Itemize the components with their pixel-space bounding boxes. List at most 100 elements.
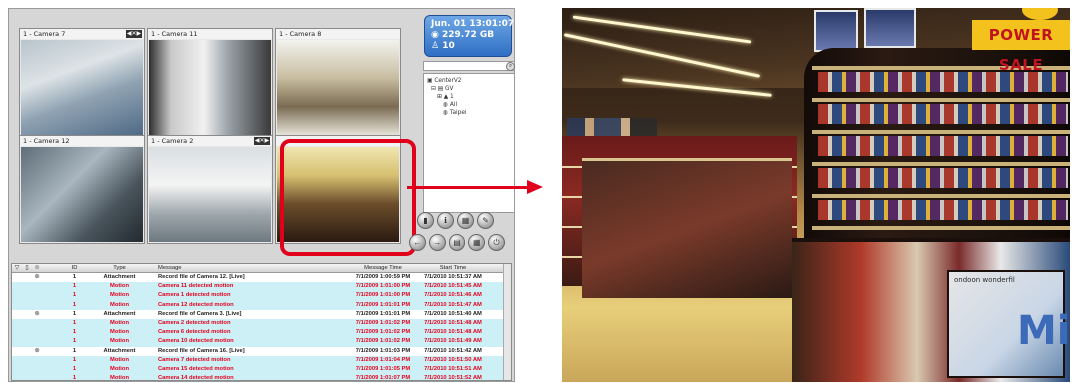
row-message: Record file of Camera 3. [Live]	[158, 310, 242, 317]
settings-button[interactable]: ✎	[477, 212, 494, 229]
col-message-time[interactable]: Message Time	[348, 264, 418, 272]
event-log-table[interactable]: ▽ ▯ ⊚ ID Type Message Message Time Start…	[11, 263, 512, 381]
datetime-text: Jun. 01 13:01:07	[431, 19, 515, 29]
row-type: Attachment	[103, 347, 136, 354]
table-row[interactable]: 1 Motion Camera 7 detected motion 7/1/2009 …	[12, 355, 511, 365]
table-row[interactable]: 1 Motion Camera 12 detected motion 7/1/2009…	[12, 300, 511, 310]
row-flag-cell	[12, 337, 22, 346]
attachment-icon[interactable]: ⊚	[32, 264, 42, 272]
row-message-time: 7/1/2009 1:01:04 PM	[355, 356, 411, 363]
camera-tile[interactable]: 1 - Camera 2 ◀✕▶	[147, 135, 273, 244]
camera-feed	[21, 40, 143, 135]
layout-button[interactable]: ▦	[468, 234, 486, 251]
row-id: 1	[72, 338, 77, 345]
power-sale-sign: POWER SALE	[972, 20, 1070, 74]
cd-rack	[582, 158, 792, 298]
col-message[interactable]: Message	[152, 264, 348, 272]
table-row[interactable]: 1 Motion Camera 10 detected motion 7/1/2009…	[12, 337, 511, 347]
row-attachment-icon	[32, 291, 42, 300]
row-flag-cell	[12, 301, 22, 310]
table-row[interactable]: ⊚ 1 Attachment Record file of Camera 16. [L…	[12, 347, 511, 356]
camera-feed	[149, 147, 271, 242]
table-row[interactable]: 1 Motion Camera 6 detected motion 7/1/2009 …	[12, 328, 511, 338]
row-flag-cell	[12, 291, 22, 300]
info-button[interactable]: ℹ	[437, 212, 454, 229]
table-row[interactable]: ⊚ 1 Attachment Record file of Camera 12. [L…	[12, 273, 511, 282]
table-row[interactable]: 1 Motion Camera 11 detected motion 7/1/2009…	[12, 282, 511, 292]
row-attachment-icon	[32, 365, 42, 374]
row-message: Camera 11 detected motion	[158, 283, 234, 290]
flag-icon[interactable]: ▽	[12, 264, 22, 272]
snapshot-button[interactable]: ▮	[417, 212, 434, 229]
table-row[interactable]: 1 Motion Camera 15 detected motion 7/1/2009…	[12, 364, 511, 375]
tree-item[interactable]: ▣ CenterV2	[427, 77, 511, 85]
table-row[interactable]: 1 Motion Camera 2 detected motion 7/1/2009 …	[12, 318, 511, 329]
row-flag-cell	[12, 365, 22, 374]
tree-item[interactable]: ⊟ ▤ GV	[427, 85, 511, 93]
row-type: Motion	[110, 292, 129, 299]
row-flag-cell	[12, 356, 22, 365]
tree-item[interactable]: ◍ All	[427, 101, 511, 109]
user-icon: ♙	[431, 41, 443, 51]
camera-title: 1 - Camera 12	[20, 136, 144, 146]
row-flag-cell	[12, 319, 22, 328]
camera-control-icon[interactable]: ◀✕▶	[254, 137, 270, 145]
table-row[interactable]: ⊚ 1 Attachment Record file of Camera 3. [Li…	[12, 310, 511, 319]
device-tree[interactable]: ▣ CenterV2 ⊟ ▤ GV ⊞ ▲ 1 ◍ All ◍ Taipei	[423, 73, 515, 213]
enlarged-camera-photo: POWER SALE ondoon wonderfil Mik	[562, 8, 1070, 382]
col-start-time[interactable]: Start Time	[418, 264, 488, 272]
row-message: Camera 1 detected motion	[158, 292, 231, 299]
camera-tile[interactable]: 1 - Camera 12	[19, 135, 145, 244]
row-message-time: 7/1/2009 1:00:59 PM	[355, 274, 411, 280]
search-icon[interactable]: ⌕	[506, 62, 515, 71]
table-row[interactable]: 1 Motion Camera 1 detected motion 7/1/2009 …	[12, 291, 511, 301]
row-delete-cell	[22, 337, 32, 346]
col-id[interactable]: ID	[62, 264, 87, 272]
camera-tile[interactable]: 1 - Camera 11	[147, 28, 273, 137]
forward-button[interactable]: →	[428, 234, 446, 251]
delete-icon[interactable]: ▯	[22, 264, 32, 272]
row-id: 1	[72, 329, 77, 336]
tree-item[interactable]: ⊞ ▲ 1	[427, 93, 511, 101]
power-button[interactable]: ⏻	[488, 234, 505, 251]
row-delete-cell	[22, 301, 32, 310]
row-delete-cell	[22, 347, 32, 356]
row-message: Camera 6 detected motion	[158, 329, 231, 336]
camera-control-icon[interactable]: ◀✕▶	[126, 30, 142, 38]
row-type: Attachment	[103, 274, 136, 280]
camera-feed	[21, 147, 143, 242]
row-attachment-icon	[32, 337, 42, 346]
row-start-time: 7/1/2010 10:51:49 AM	[424, 338, 482, 345]
list-button[interactable]: ▤	[448, 234, 466, 251]
row-attachment-icon	[32, 328, 42, 337]
table-row[interactable]: 1 Motion Camera 14 detected motion 7/1/2009…	[12, 374, 511, 380]
row-gap	[42, 291, 62, 300]
row-start-time: 7/1/2010 10:51:40 AM	[424, 310, 482, 317]
search-input[interactable]	[423, 61, 515, 71]
row-delete-cell	[22, 273, 32, 282]
row-start-time: 7/1/2010 10:51:51 AM	[424, 365, 482, 372]
poster	[864, 8, 916, 48]
row-gap	[42, 273, 62, 282]
row-message: Camera 2 detected motion	[158, 319, 231, 326]
row-flag-cell	[12, 310, 22, 319]
row-attachment-icon: ⊚	[34, 310, 40, 317]
row-start-time: 7/1/2010 10:51:37 AM	[424, 274, 482, 280]
col-type[interactable]: Type	[87, 264, 152, 272]
camera-tile[interactable]: 1 - Camera 8	[275, 28, 401, 137]
row-delete-cell	[22, 328, 32, 337]
row-start-time: 7/1/2010 10:51:47 AM	[424, 301, 482, 308]
back-button[interactable]: ←	[409, 234, 426, 251]
surveillance-app-window: 1 - Camera 7 ◀✕▶ 1 - Camera 11 1 - Camer…	[8, 8, 515, 382]
tree-item[interactable]: ◍ Taipei	[427, 109, 511, 117]
row-gap	[42, 374, 62, 380]
row-attachment-icon	[32, 374, 42, 380]
log-scrollbar[interactable]	[503, 264, 511, 380]
row-message: Camera 15 detected motion	[158, 365, 234, 372]
row-message: Record file of Camera 12. [Live]	[158, 274, 245, 280]
control-row-top: ▮ ℹ ▦ ✎	[417, 212, 513, 232]
camera-tile[interactable]: 1 - Camera 7 ◀✕▶	[19, 28, 145, 137]
row-id: 1	[72, 292, 77, 299]
playback-button[interactable]: ▦	[457, 212, 474, 229]
row-gap	[42, 301, 62, 310]
